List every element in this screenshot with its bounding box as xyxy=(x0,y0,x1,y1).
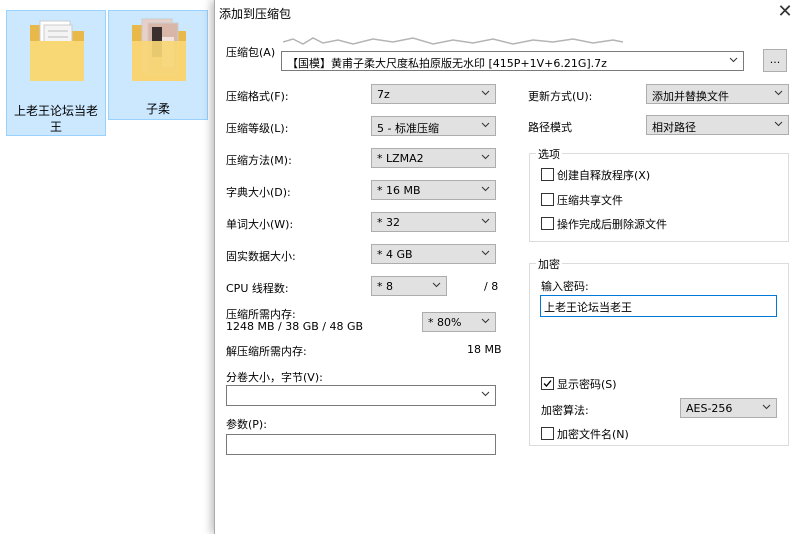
mem-detail: 1248 MB / 38 GB / 48 GB xyxy=(226,320,364,333)
encryption-group-title: 加密 xyxy=(536,256,562,272)
chevron-down-icon xyxy=(481,122,490,128)
path-mode-select[interactable]: 相对路径 xyxy=(646,115,789,135)
scribble-decoration xyxy=(283,37,623,45)
password-input[interactable]: 上老王论坛当老王 xyxy=(540,295,777,317)
solid-value: * 4 GB xyxy=(377,248,413,261)
update-mode-select[interactable]: 添加并替换文件 xyxy=(646,84,789,104)
path-mode-label: 路径模式 xyxy=(528,121,572,134)
desktop-folder-zirou[interactable]: 子柔 xyxy=(108,10,208,120)
sfx-checkbox[interactable] xyxy=(541,168,554,181)
mem-select[interactable]: * 80% xyxy=(422,312,496,332)
word-label: 单词大小(W): xyxy=(226,218,294,231)
close-icon: ✕ xyxy=(777,1,793,22)
word-select[interactable]: * 32 xyxy=(371,212,496,232)
cpu-value: * 8 xyxy=(377,280,393,293)
options-group-title: 选项 xyxy=(536,146,562,162)
encrypt-names-checkbox[interactable] xyxy=(541,427,554,440)
dict-label: 字典大小(D): xyxy=(226,186,291,199)
level-label: 压缩等级(L): xyxy=(226,122,289,135)
folder-icon xyxy=(130,17,188,85)
format-select[interactable]: 7z xyxy=(371,84,496,104)
password-label: 输入密码: xyxy=(541,280,589,293)
method-select[interactable]: * LZMA2 xyxy=(371,148,496,168)
mem-value: * 80% xyxy=(428,316,462,329)
split-label: 分卷大小，字节(V): xyxy=(226,371,323,384)
chevron-down-icon xyxy=(432,282,441,288)
desktop-folder-label: 子柔 xyxy=(145,102,170,116)
delete-source-label: 操作完成后删除源文件 xyxy=(557,218,667,231)
encryption-method-value: AES-256 xyxy=(686,402,733,415)
chevron-down-icon xyxy=(481,250,490,256)
archive-label: 压缩包(A) xyxy=(226,46,276,59)
close-button[interactable]: ✕ xyxy=(775,2,795,22)
word-value: * 32 xyxy=(377,216,400,229)
delete-source-checkbox[interactable] xyxy=(541,217,554,230)
chevron-down-icon xyxy=(481,391,490,397)
chevron-down-icon xyxy=(481,218,490,224)
params-label: 参数(P): xyxy=(226,418,267,431)
chevron-down-icon xyxy=(762,404,771,410)
shared-label: 压缩共享文件 xyxy=(557,194,623,207)
update-mode-label: 更新方式(U): xyxy=(528,90,593,103)
params-input[interactable] xyxy=(226,434,496,455)
solid-select[interactable]: * 4 GB xyxy=(371,244,496,264)
browse-button-label: ... xyxy=(769,53,781,66)
dialog-title: 添加到压缩包 xyxy=(219,7,292,21)
archive-path-combo[interactable]: 【国模】黄甫子柔大尺度私拍原版无水印 [415P+1V+6.21G].7z xyxy=(281,51,744,71)
browse-button[interactable]: ... xyxy=(763,49,787,72)
chevron-down-icon xyxy=(729,57,738,63)
show-password-label: 显示密码(S) xyxy=(557,378,617,391)
update-mode-value: 添加并替换文件 xyxy=(652,90,729,103)
encrypt-names-label: 加密文件名(N) xyxy=(557,428,629,441)
folder-icon xyxy=(28,17,86,85)
decompress-mem-label: 解压缩所需内存: xyxy=(226,345,307,358)
password-value: 上老王论坛当老王 xyxy=(544,301,632,314)
level-select[interactable]: 5 - 标准压缩 xyxy=(371,116,496,136)
decompress-mem-value: 18 MB xyxy=(467,343,502,356)
desktop-folder-laowang[interactable]: 上老王论坛当老王 xyxy=(6,10,106,136)
method-label: 压缩方法(M): xyxy=(226,154,292,167)
chevron-down-icon xyxy=(774,90,783,96)
format-value: 7z xyxy=(377,88,390,101)
dict-select[interactable]: * 16 MB xyxy=(371,180,496,200)
path-mode-value: 相对路径 xyxy=(652,121,696,134)
split-select[interactable] xyxy=(226,385,496,406)
chevron-down-icon xyxy=(481,318,490,324)
chevron-down-icon xyxy=(481,186,490,192)
solid-label: 固实数据大小: xyxy=(226,250,296,263)
cpu-select[interactable]: * 8 xyxy=(371,276,447,296)
dict-value: * 16 MB xyxy=(377,184,421,197)
chevron-down-icon xyxy=(481,90,490,96)
archive-path-value: 【国模】黄甫子柔大尺度私拍原版无水印 [415P+1V+6.21G].7z xyxy=(287,57,607,70)
level-value: 5 - 标准压缩 xyxy=(377,122,439,135)
encryption-method-select[interactable]: AES-256 xyxy=(680,398,777,418)
desktop-folder-label: 上老王论坛当老王 xyxy=(13,104,98,134)
format-label: 压缩格式(F): xyxy=(226,90,289,103)
chevron-down-icon xyxy=(774,121,783,127)
cpu-label: CPU 线程数: xyxy=(226,282,289,295)
checkmark-icon xyxy=(543,380,552,387)
chevron-down-icon xyxy=(481,154,490,160)
cpu-max: / 8 xyxy=(484,280,499,293)
method-value: * LZMA2 xyxy=(377,152,424,165)
add-to-archive-dialog: 添加到压缩包 ✕ 压缩包(A) 【国模】黄甫子柔大尺度私拍原版无水印 [415P… xyxy=(214,0,800,534)
show-password-checkbox[interactable] xyxy=(541,377,554,390)
encryption-method-label: 加密算法: xyxy=(541,404,589,417)
shared-checkbox[interactable] xyxy=(541,193,554,206)
sfx-label: 创建自释放程序(X) xyxy=(557,169,651,182)
